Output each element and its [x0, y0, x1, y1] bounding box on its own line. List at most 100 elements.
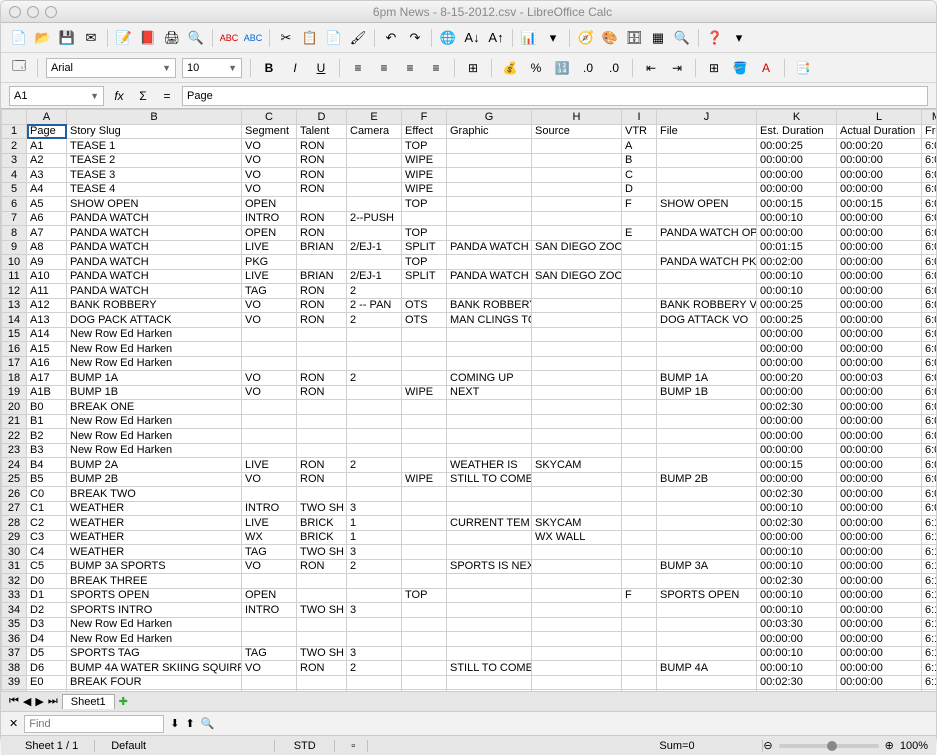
cell[interactable]: A2 — [27, 153, 67, 168]
find-input[interactable] — [24, 715, 164, 733]
cell[interactable]: 3 — [347, 646, 402, 661]
cell[interactable]: 00:00:00 — [837, 588, 922, 603]
cell[interactable]: 2 — [347, 458, 402, 473]
col-header-G[interactable]: G — [447, 110, 532, 125]
print-icon[interactable]: 🖨 — [162, 28, 182, 48]
cell[interactable]: VO — [242, 690, 297, 692]
cell[interactable]: BANK ROBBERY VO — [657, 298, 757, 313]
cell[interactable]: 00:00:25 — [757, 313, 837, 328]
cell[interactable]: 6:03: — [922, 313, 937, 328]
cell[interactable] — [657, 646, 757, 661]
cell[interactable]: 00:00:00 — [757, 472, 837, 487]
cell[interactable] — [297, 632, 347, 647]
cell[interactable] — [402, 661, 447, 676]
row-header[interactable]: 20 — [2, 400, 27, 415]
cell[interactable] — [402, 646, 447, 661]
cell[interactable]: TAG — [242, 545, 297, 560]
cell[interactable]: 6:00: — [922, 139, 937, 154]
cell[interactable]: WATER SKIING SQUIRREL — [67, 690, 242, 692]
cell[interactable]: RON — [297, 139, 347, 154]
cell[interactable]: MAN CLINGS TO LIFE — [447, 313, 532, 328]
cell[interactable]: 00:00:00 — [757, 342, 837, 357]
cell[interactable]: PANDA WATCH — [447, 240, 532, 255]
cell[interactable]: 6:04: — [922, 385, 937, 400]
cell[interactable]: 00:00:10 — [757, 603, 837, 618]
cell[interactable] — [532, 211, 622, 226]
row-header[interactable]: 22 — [2, 429, 27, 444]
cell[interactable]: D2 — [27, 603, 67, 618]
cell[interactable]: BANK ROBBERY — [67, 298, 242, 313]
cell[interactable] — [402, 501, 447, 516]
cell[interactable] — [447, 153, 532, 168]
add-sheet-icon[interactable]: ✚ — [119, 695, 128, 708]
cell[interactable] — [347, 226, 402, 241]
spreadsheet-grid[interactable]: A B C D E F G H I J K L M 1PageStory Slu… — [1, 109, 936, 691]
cell[interactable]: 6:10: — [922, 516, 937, 531]
cell[interactable] — [622, 400, 657, 415]
cell[interactable] — [402, 516, 447, 531]
cell[interactable]: 2/EJ-1 — [347, 240, 402, 255]
cell[interactable] — [532, 139, 622, 154]
cell[interactable]: 6:07: — [922, 472, 937, 487]
cell[interactable] — [297, 429, 347, 444]
cell[interactable]: 00:00:20 — [837, 139, 922, 154]
datasource-icon[interactable]: 🗄 — [624, 28, 644, 48]
cell[interactable] — [447, 168, 532, 183]
cell[interactable]: SPORTS IS NEXT — [447, 559, 532, 574]
cell[interactable]: VO — [242, 153, 297, 168]
remove-decimal-icon[interactable]: .0 — [604, 58, 624, 78]
cell[interactable]: BREAK TWO — [67, 487, 242, 502]
cell[interactable]: A6 — [27, 211, 67, 226]
row-header[interactable]: 7 — [2, 211, 27, 226]
cell[interactable]: BRIAN — [297, 240, 347, 255]
bold-button[interactable]: B — [259, 58, 279, 78]
merge-cells-icon[interactable]: ⊞ — [463, 58, 483, 78]
cell[interactable]: TAG — [242, 284, 297, 299]
cell[interactable]: SAN DIEGO ZOO — [532, 240, 622, 255]
cell[interactable]: 6:22: — [922, 690, 937, 692]
next-sheet-icon[interactable]: ▶ — [35, 695, 43, 708]
cell[interactable] — [622, 545, 657, 560]
edit-icon[interactable]: 📝 — [114, 28, 134, 48]
cell[interactable]: 6:00: — [922, 226, 937, 241]
cell[interactable] — [657, 284, 757, 299]
cell[interactable] — [347, 168, 402, 183]
row-header[interactable]: 18 — [2, 371, 27, 386]
cell[interactable]: 00:00:00 — [757, 153, 837, 168]
cell[interactable]: WEATHER — [67, 516, 242, 531]
cell[interactable]: 00:00:00 — [837, 501, 922, 516]
cell[interactable]: SPLIT — [402, 240, 447, 255]
cell[interactable] — [402, 371, 447, 386]
cell[interactable] — [622, 617, 657, 632]
cell[interactable] — [402, 617, 447, 632]
cell-reference-input[interactable]: A1▼ — [9, 86, 104, 106]
cell[interactable]: 00:00:10 — [757, 588, 837, 603]
bgcolor-icon[interactable]: 🪣 — [730, 58, 750, 78]
cell[interactable] — [657, 240, 757, 255]
col-header-J[interactable]: J — [657, 110, 757, 125]
cell[interactable]: BUMP 4A — [657, 661, 757, 676]
cell[interactable]: 6:01: — [922, 255, 937, 270]
cell[interactable]: New Row Ed Harken — [67, 327, 242, 342]
cell[interactable] — [657, 269, 757, 284]
cell[interactable] — [297, 487, 347, 502]
cell[interactable]: 00:00:00 — [837, 211, 922, 226]
cell[interactable] — [657, 168, 757, 183]
cell[interactable]: TWO SH — [297, 646, 347, 661]
cell[interactable] — [657, 458, 757, 473]
cell[interactable]: CURRENT TEM — [447, 516, 532, 531]
cell[interactable]: VO — [242, 559, 297, 574]
open-icon[interactable]: 📂 — [33, 28, 53, 48]
cell[interactable] — [402, 284, 447, 299]
cell[interactable] — [242, 574, 297, 589]
cell[interactable]: 3 — [347, 501, 402, 516]
cell[interactable]: WEATHER — [67, 530, 242, 545]
cell[interactable] — [532, 226, 622, 241]
cell[interactable]: VTR — [622, 124, 657, 139]
cell[interactable] — [622, 559, 657, 574]
cell[interactable] — [297, 574, 347, 589]
cell[interactable] — [622, 240, 657, 255]
row-header[interactable]: 34 — [2, 603, 27, 618]
cell[interactable]: 00:00:00 — [837, 603, 922, 618]
cell[interactable]: 6:12: — [922, 530, 937, 545]
